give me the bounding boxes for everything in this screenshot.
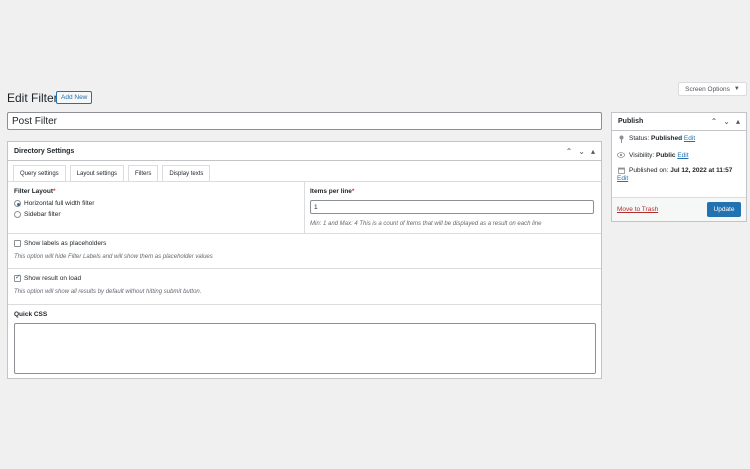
publish-date: Published on: Jul 12, 2022 at 11:57 Edit xyxy=(617,167,741,183)
items-per-line-label: Items per line* xyxy=(310,188,355,195)
page-title: Edit Filter xyxy=(7,91,58,105)
status-edit-link[interactable]: Edit xyxy=(684,135,695,142)
move-up-icon[interactable]: ⌃ xyxy=(566,147,573,156)
items-per-line-hint: Min: 1 and Max: 4 This is a count of Ite… xyxy=(310,221,542,227)
tab-query-settings[interactable]: Query settings xyxy=(13,165,66,181)
move-to-trash-link[interactable]: Move to Trash xyxy=(617,206,658,213)
show-labels-checkbox-row[interactable]: Show labels as placeholders xyxy=(14,240,595,247)
radio-label: Horizontal full width filter xyxy=(24,200,95,207)
quick-css-label: Quick CSS xyxy=(14,311,48,318)
screen-options-label: Screen Options xyxy=(685,85,730,93)
publish-footer: Move to Trash Update xyxy=(612,197,746,221)
move-up-icon[interactable]: ⌃ xyxy=(711,117,718,126)
visibility-value: Public xyxy=(655,152,676,159)
settings-tabs: Query settings Layout settings Filters D… xyxy=(8,161,601,182)
publish-visibility: Visibility: Public Edit xyxy=(617,152,741,161)
status-value: Published xyxy=(651,135,683,142)
radio-button[interactable] xyxy=(14,200,21,207)
add-new-button[interactable]: Add New xyxy=(56,91,93,104)
radio-horizontal-filter[interactable]: Horizontal full width filter xyxy=(14,200,298,207)
publish-header: Publish ⌃ ⌄ ▴ xyxy=(612,113,746,131)
status-label: Status: xyxy=(629,135,650,142)
toggle-panel-icon[interactable]: ▴ xyxy=(736,117,740,126)
show-labels-checkbox[interactable] xyxy=(14,240,21,247)
radio-label: Sidebar filter xyxy=(24,211,61,218)
post-title-input[interactable]: Post Filter xyxy=(7,112,602,130)
visibility-edit-link[interactable]: Edit xyxy=(677,152,688,159)
published-value: Jul 12, 2022 at 11:57 xyxy=(670,167,733,174)
items-per-line-input[interactable]: 1 xyxy=(310,200,594,214)
directory-settings-title: Directory Settings xyxy=(14,147,75,155)
toggle-panel-icon[interactable]: ▴ xyxy=(591,147,595,156)
filter-layout-label: Filter Layout* xyxy=(14,188,56,195)
visibility-label: Visibility: xyxy=(629,152,655,159)
published-edit-link[interactable]: Edit xyxy=(617,175,628,182)
show-result-label: Show result on load xyxy=(24,275,82,282)
quick-css-textarea[interactable] xyxy=(14,323,596,374)
screen-options-button[interactable]: Screen Options ▼ xyxy=(678,82,747,96)
directory-settings-box: Directory Settings ⌃ ⌄ ▴ Query settings … xyxy=(7,141,602,379)
show-labels-label: Show labels as placeholders xyxy=(24,240,107,247)
publish-title: Publish xyxy=(618,118,644,125)
show-labels-hint: This option will hide Filter Labels and … xyxy=(14,254,213,260)
show-result-hint: This option will show all results by def… xyxy=(14,289,202,295)
show-result-checkbox-row[interactable]: Show result on load xyxy=(14,273,595,282)
move-down-icon[interactable]: ⌄ xyxy=(578,147,585,156)
tab-display-texts[interactable]: Display texts xyxy=(162,165,211,181)
move-down-icon[interactable]: ⌄ xyxy=(723,117,730,126)
publish-status: Status: Published Edit xyxy=(617,135,741,146)
radio-button[interactable] xyxy=(14,211,21,218)
tab-filters[interactable]: Filters xyxy=(128,165,159,181)
pin-icon xyxy=(617,135,625,146)
update-button[interactable]: Update xyxy=(707,202,741,217)
eye-icon xyxy=(617,152,625,161)
show-result-checkbox[interactable] xyxy=(14,273,21,282)
caret-down-icon: ▼ xyxy=(733,86,740,92)
publish-box: Publish ⌃ ⌄ ▴ Status: Published Edit Vis… xyxy=(611,112,747,222)
published-label: Published on: xyxy=(629,167,669,174)
radio-sidebar-filter[interactable]: Sidebar filter xyxy=(14,211,298,218)
directory-settings-header: Directory Settings ⌃ ⌄ ▴ xyxy=(8,142,601,161)
tab-layout-settings[interactable]: Layout settings xyxy=(69,165,125,181)
